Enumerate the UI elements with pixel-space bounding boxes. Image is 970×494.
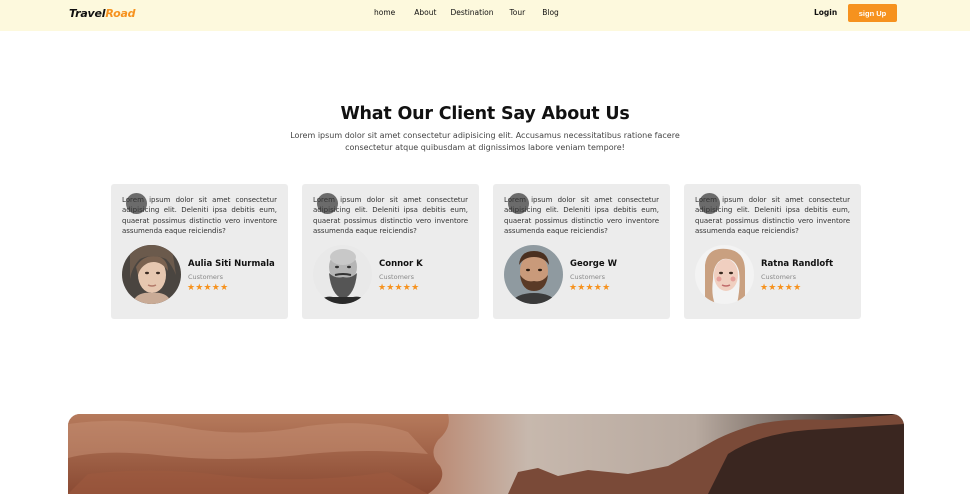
avatar (504, 245, 563, 304)
testimonial-card: Lorem ipsum dolor sit amet consectetur a… (302, 184, 479, 319)
avatar (695, 245, 754, 304)
customer-role: Customers (761, 273, 796, 281)
testimonial-text: Lorem ipsum dolor sit amet consectetur a… (313, 196, 468, 236)
star-rating: ★★★★★ (760, 283, 802, 293)
nav-link-about[interactable]: About (414, 8, 436, 17)
testimonial-text: Lorem ipsum dolor sit amet consectetur a… (122, 196, 277, 236)
section-description: Lorem ipsum dolor sit amet consectetur a… (290, 131, 680, 152)
testimonial-card: Lorem ipsum dolor sit amet consectetur a… (111, 184, 288, 319)
brand-logo[interactable]: TravelRoad (69, 7, 136, 20)
nav-link-home[interactable]: home (374, 8, 395, 17)
star-rating: ★★★★★ (569, 283, 611, 293)
customer-name: Ratna Randloft (761, 259, 834, 269)
testimonial-card: Lorem ipsum dolor sit amet consectetur a… (684, 184, 861, 319)
customer-name: Aulia Siti Nurmala (188, 259, 275, 269)
testimonial-text: Lorem ipsum dolor sit amet consectetur a… (695, 196, 850, 236)
logo-text-travel: Travel (69, 7, 106, 20)
customer-role: Customers (379, 273, 414, 281)
testimonial-card: Lorem ipsum dolor sit amet consectetur a… (493, 184, 670, 319)
customer-role: Customers (188, 273, 223, 281)
section-title: What Our Client Say About Us (340, 104, 630, 124)
star-rating: ★★★★★ (378, 283, 420, 293)
signup-button[interactable]: sign Up (848, 4, 897, 22)
login-link[interactable]: Login (814, 8, 837, 17)
top-navbar: TravelRoad home About Destination Tour B… (0, 0, 970, 31)
customer-name: George W (570, 259, 617, 269)
testimonial-text: Lorem ipsum dolor sit amet consectetur a… (504, 196, 659, 236)
nav-link-tour[interactable]: Tour (510, 8, 526, 17)
nav-link-blog[interactable]: Blog (542, 8, 559, 17)
nav-link-destination[interactable]: Destination (450, 8, 493, 17)
customer-role: Customers (570, 273, 605, 281)
hero-image-canyon (68, 414, 904, 494)
star-rating: ★★★★★ (187, 283, 229, 293)
avatar (122, 245, 181, 304)
logo-text-road: Road (105, 7, 136, 20)
main-nav: home About Destination Tour Blog (374, 8, 573, 17)
customer-name: Connor K (379, 259, 423, 269)
avatar (313, 245, 372, 304)
